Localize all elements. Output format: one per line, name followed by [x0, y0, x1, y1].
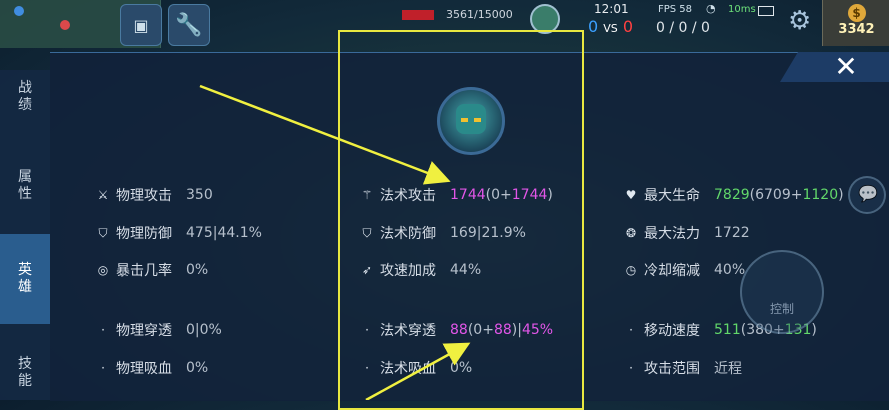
arrow-to-magic-penetration: [365, 342, 471, 400]
arrow-to-magic-attack: [199, 84, 451, 185]
annotation-arrows: [199, 84, 471, 400]
